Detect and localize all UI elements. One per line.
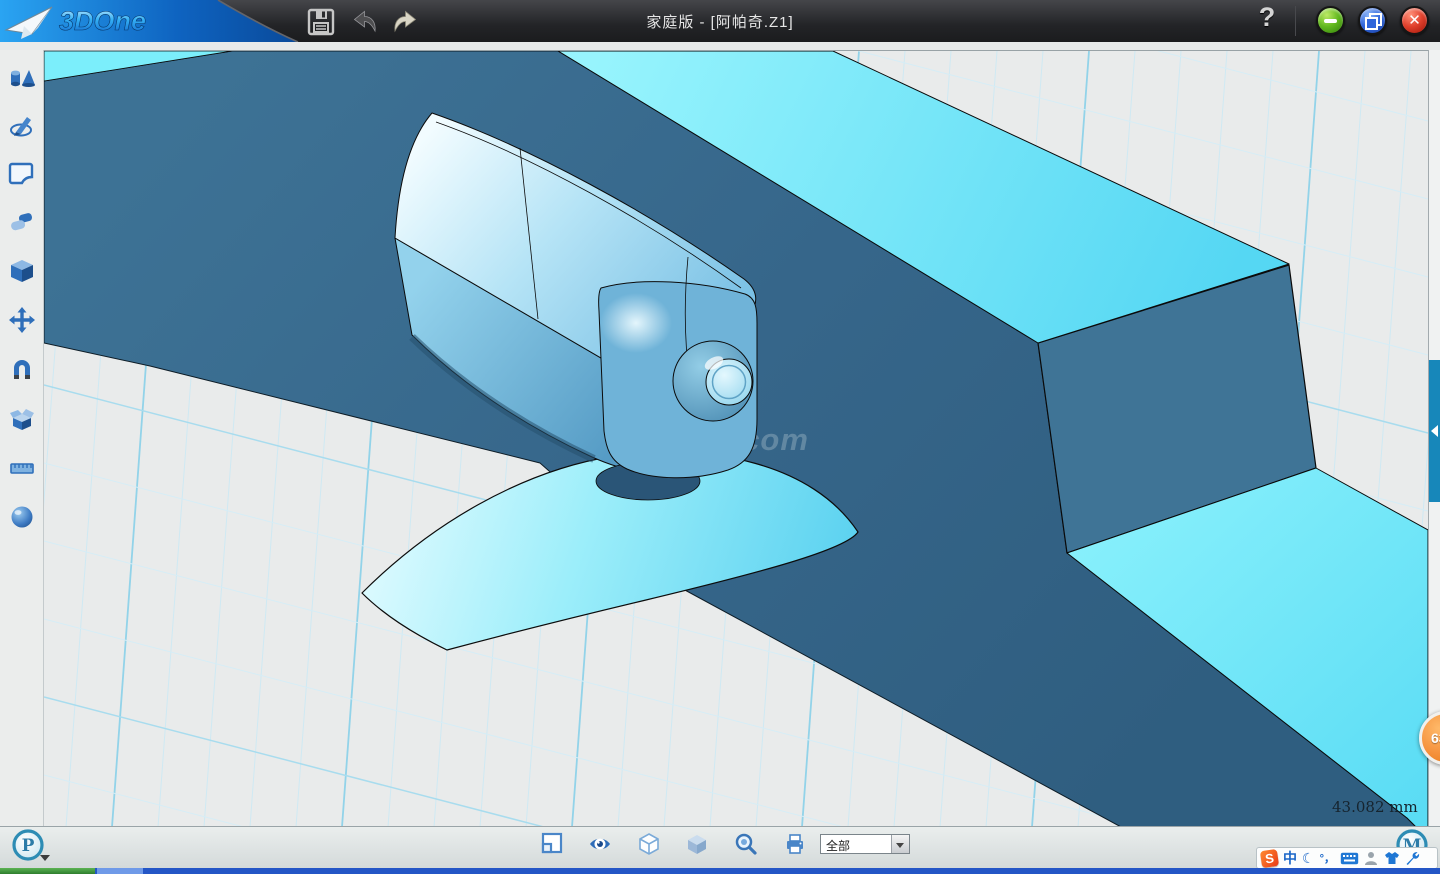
chrome-strip <box>0 42 1440 50</box>
dimension-label: 43.082 mm <box>1332 798 1418 816</box>
keyboard-icon[interactable] <box>1340 852 1359 865</box>
move-icon[interactable] <box>8 306 36 334</box>
close-button[interactable]: ✕ <box>1400 6 1429 35</box>
sketch-draw-icon[interactable] <box>8 111 36 139</box>
moon-icon[interactable]: ☾ <box>1302 848 1315 868</box>
skin-shirt-icon[interactable] <box>1384 851 1400 865</box>
chevron-left-icon <box>1431 425 1438 437</box>
expand-panel-tab[interactable] <box>1429 360 1440 502</box>
taskbar-item-sliver[interactable] <box>97 868 143 874</box>
plane-badge-dropdown-icon[interactable] <box>40 855 50 861</box>
minimize-button[interactable] <box>1316 6 1345 35</box>
start-button-sliver[interactable] <box>0 868 95 874</box>
profile-icon[interactable] <box>1364 851 1379 866</box>
status-bar <box>0 826 1440 868</box>
minimize-icon <box>1324 19 1337 23</box>
ime-toolbar: S 中 ☾ °， <box>1256 847 1438 869</box>
title-bar: 3DOne 家庭版 - [阿帕奇.Z1] ? ✕ <box>0 0 1440 42</box>
help-button[interactable]: ? <box>1254 2 1280 36</box>
filter-value: 全部 <box>821 835 891 853</box>
magnet-icon[interactable] <box>8 355 36 383</box>
titlebar-separator <box>1295 6 1296 36</box>
left-toolbar <box>0 50 44 826</box>
canopy-highlight <box>600 293 672 353</box>
combo-arrow-button[interactable] <box>891 835 909 853</box>
feature-cube-icon[interactable] <box>8 257 36 285</box>
3done-window: 3DOne 家庭版 - [阿帕奇.Z1] ? ✕ <box>0 0 1440 874</box>
measure-icon[interactable] <box>8 453 36 481</box>
visibility-eye-icon[interactable] <box>588 832 612 856</box>
chevron-down-icon <box>896 843 904 848</box>
sweep-icon[interactable] <box>8 208 36 236</box>
material-sphere-icon[interactable] <box>8 502 36 530</box>
zoom-icon[interactable] <box>734 832 758 856</box>
chinese-mode-icon[interactable]: 中 <box>1283 848 1297 868</box>
plane-badge-letter: P <box>22 836 35 856</box>
shaded-cube-icon[interactable] <box>685 832 709 856</box>
wireframe-cube-icon[interactable] <box>637 832 661 856</box>
model-viewport[interactable]: i3DOne.com 43.082 mm <box>44 50 1428 827</box>
sketch-surface-icon[interactable] <box>8 159 36 187</box>
display-filter-select[interactable]: 全部 <box>820 834 910 854</box>
os-taskbar[interactable] <box>0 868 1440 874</box>
print-icon[interactable] <box>783 832 807 856</box>
window-title: 家庭版 - [阿帕奇.Z1] <box>0 11 1440 32</box>
primitive-solids-icon[interactable] <box>8 63 36 91</box>
plane-display-icon[interactable] <box>540 832 564 856</box>
sogou-logo-icon[interactable]: S <box>1260 848 1279 867</box>
restore-button[interactable] <box>1358 6 1387 35</box>
close-icon: ✕ <box>1402 11 1427 29</box>
combine-box-icon[interactable] <box>8 404 36 432</box>
punctuation-icon[interactable]: °， <box>1320 850 1335 866</box>
score-value: 63 <box>1431 730 1440 746</box>
wrench-icon[interactable] <box>1405 851 1420 866</box>
